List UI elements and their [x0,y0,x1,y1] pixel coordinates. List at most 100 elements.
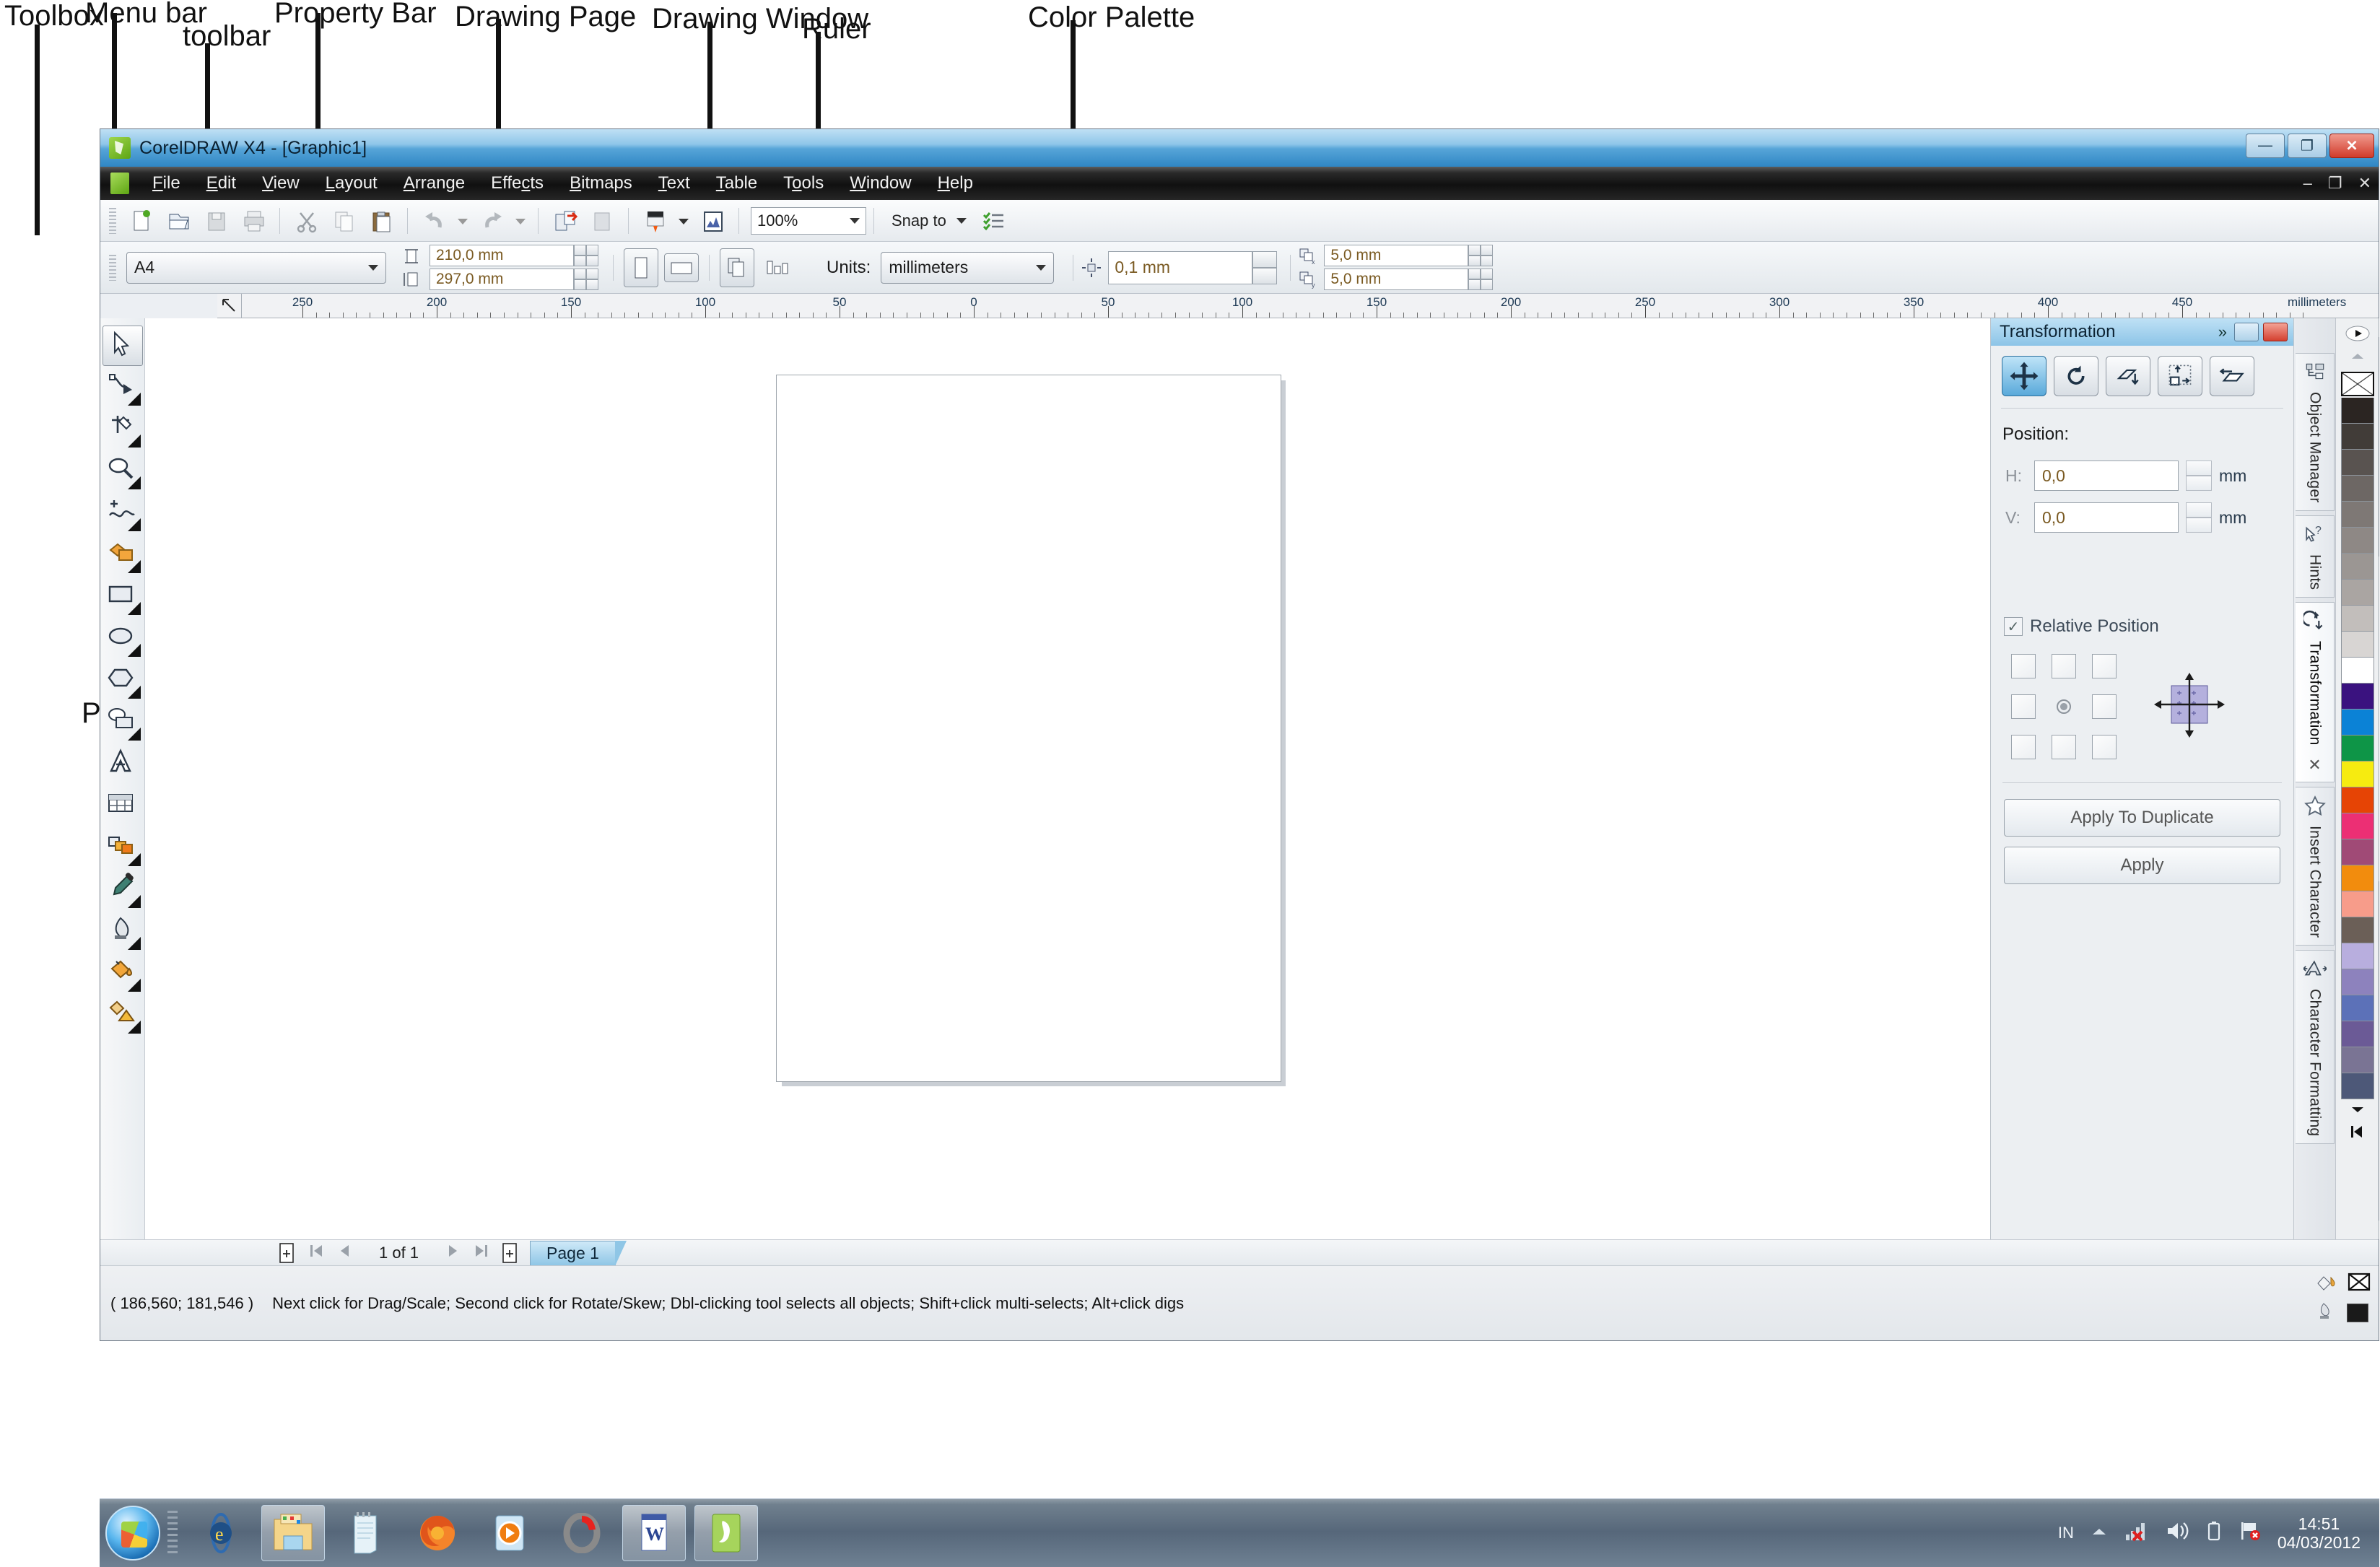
ellipse-tool-icon[interactable] [103,619,143,659]
current-page-icon[interactable] [760,248,795,287]
menu-item-edit[interactable]: Edit [193,173,249,193]
color-swatch[interactable] [2340,528,2374,554]
flyout-arrow-icon[interactable] [128,393,141,406]
toolbar-grip[interactable] [109,207,116,234]
flyout-arrow-icon[interactable] [128,1021,141,1034]
word-icon[interactable]: W [622,1505,686,1561]
anchor-cell-0[interactable] [2011,654,2036,678]
scale-mirror-mode-icon[interactable] [2106,356,2150,396]
color-swatch[interactable] [2340,554,2374,580]
color-swatch[interactable] [2340,761,2374,787]
save-icon[interactable] [199,205,232,237]
interactive-fill-tool-icon[interactable] [103,995,143,1036]
anchor-center-radio[interactable] [2052,694,2076,719]
color-swatch[interactable] [2340,424,2374,450]
menu-item-layout[interactable]: Layout [313,173,391,193]
blend-tool-icon[interactable] [103,828,143,868]
mdi-minimize-button[interactable]: – [2303,174,2312,193]
page-tab-page-1[interactable]: Page 1 [530,1240,627,1266]
relative-position-checkbox[interactable]: ✓ [2004,617,2023,636]
notepad-icon[interactable] [334,1505,397,1561]
docker-close-button[interactable] [2263,323,2288,341]
page-height-spinner[interactable] [574,269,586,290]
color-swatch[interactable] [2340,1021,2374,1047]
table-tool-icon[interactable] [103,786,143,826]
flag-error-icon[interactable] [2239,1520,2262,1546]
fill-tool-icon[interactable] [103,953,143,994]
freehand-tool-icon[interactable] [103,493,143,533]
volume-icon[interactable] [2165,1520,2189,1546]
ie-icon[interactable]: e [189,1505,253,1561]
no-fill-icon[interactable] [2347,1272,2371,1296]
no-color-swatch[interactable] [2340,372,2374,396]
docker-tab-insert-character[interactable]: Insert Character [2296,786,2335,946]
palette-home-icon[interactable] [2343,1123,2372,1144]
cut-icon[interactable] [289,205,323,237]
export-icon[interactable] [585,205,619,237]
menu-item-table[interactable]: Table [703,173,770,193]
h-spinner-up[interactable] [2186,461,2212,476]
duplicate-x-spinner-up[interactable] [1481,245,1494,266]
fill-swatch-icon[interactable] [2314,1272,2338,1296]
eyedropper-tool-icon[interactable] [103,870,143,910]
menu-item-tools[interactable]: Tools [770,173,837,193]
anchor-cell-1[interactable] [2052,654,2076,678]
flyout-arrow-icon[interactable] [128,476,141,489]
docker-tab-character-formatting[interactable]: Character Formatting [2296,949,2335,1145]
ruler-origin-corner[interactable] [217,294,242,318]
media-player-icon[interactable] [478,1505,541,1561]
undo-icon[interactable] [417,205,450,237]
restore-button[interactable]: ❐ [2288,134,2327,158]
docker-tab-transformation[interactable]: Transformation ✕ [2296,601,2335,782]
menu-item-help[interactable]: Help [925,173,986,193]
color-swatch[interactable] [2340,865,2374,891]
page-height-spinner-up[interactable] [586,269,598,290]
pick-tool-icon[interactable] [103,326,143,366]
color-swatch[interactable] [2340,710,2374,736]
docker-tab-close-icon[interactable]: ✕ [2308,756,2321,774]
redo-dropdown-icon[interactable] [513,205,528,237]
flyout-arrow-icon[interactable] [128,895,141,908]
zoom-level-combo[interactable]: 100% [751,206,866,235]
palette-more-icon[interactable] [2341,324,2374,346]
scroll-up-icon[interactable] [2343,349,2372,366]
minimize-button[interactable]: — [2246,134,2285,158]
anchor-cell-5[interactable] [2092,694,2117,719]
nudge-up-button[interactable] [1252,250,1278,268]
flyout-arrow-icon[interactable] [128,518,141,531]
color-swatch[interactable] [2340,398,2374,424]
menu-item-effects[interactable]: Effects [478,173,557,193]
snap-to-menu[interactable]: Snap to [892,211,967,230]
chevron-up-icon[interactable] [2090,1524,2109,1542]
import-icon[interactable] [548,205,581,237]
flyout-arrow-icon[interactable] [128,979,141,992]
flyout-arrow-icon[interactable] [128,853,141,866]
undo-dropdown-icon[interactable] [455,205,471,237]
docker-tab-hints[interactable]: ? Hints [2296,515,2335,598]
open-icon[interactable] [162,205,195,237]
mdi-restore-button[interactable]: ❐ [2328,174,2342,193]
network-error-icon[interactable] [2124,1520,2149,1546]
flyout-arrow-icon[interactable] [128,644,141,657]
paper-type-combo[interactable]: A4 [126,251,386,284]
flyout-arrow-icon[interactable] [128,937,141,950]
basic-shapes-tool-icon[interactable] [103,702,143,743]
text-tool-icon[interactable] [103,744,143,785]
portrait-icon[interactable] [624,248,658,287]
color-swatch[interactable] [2340,684,2374,710]
units-combo[interactable]: millimeters [881,251,1055,284]
windows-start-orb[interactable] [105,1506,160,1561]
docker-tab-object-manager[interactable]: Object Manager [2296,353,2335,511]
horizontal-ruler[interactable]: 250 200 150 100 50 0 50 100 150 200 250 300 350 400 45… [242,294,2379,318]
menu-item-arrange[interactable]: Arrange [391,173,478,193]
opera-icon[interactable] [550,1505,614,1561]
drawing-page[interactable] [776,375,1281,1082]
add-page-icon[interactable] [278,1242,297,1264]
anchor-cell-8[interactable] [2092,735,2117,759]
v-spinner-down[interactable] [2186,518,2212,533]
flyout-arrow-icon[interactable] [128,686,141,699]
v-spinner-up[interactable] [2186,502,2212,518]
flyout-arrow-icon[interactable] [128,602,141,615]
color-swatch[interactable] [2340,1047,2374,1073]
color-swatch[interactable] [2340,476,2374,502]
